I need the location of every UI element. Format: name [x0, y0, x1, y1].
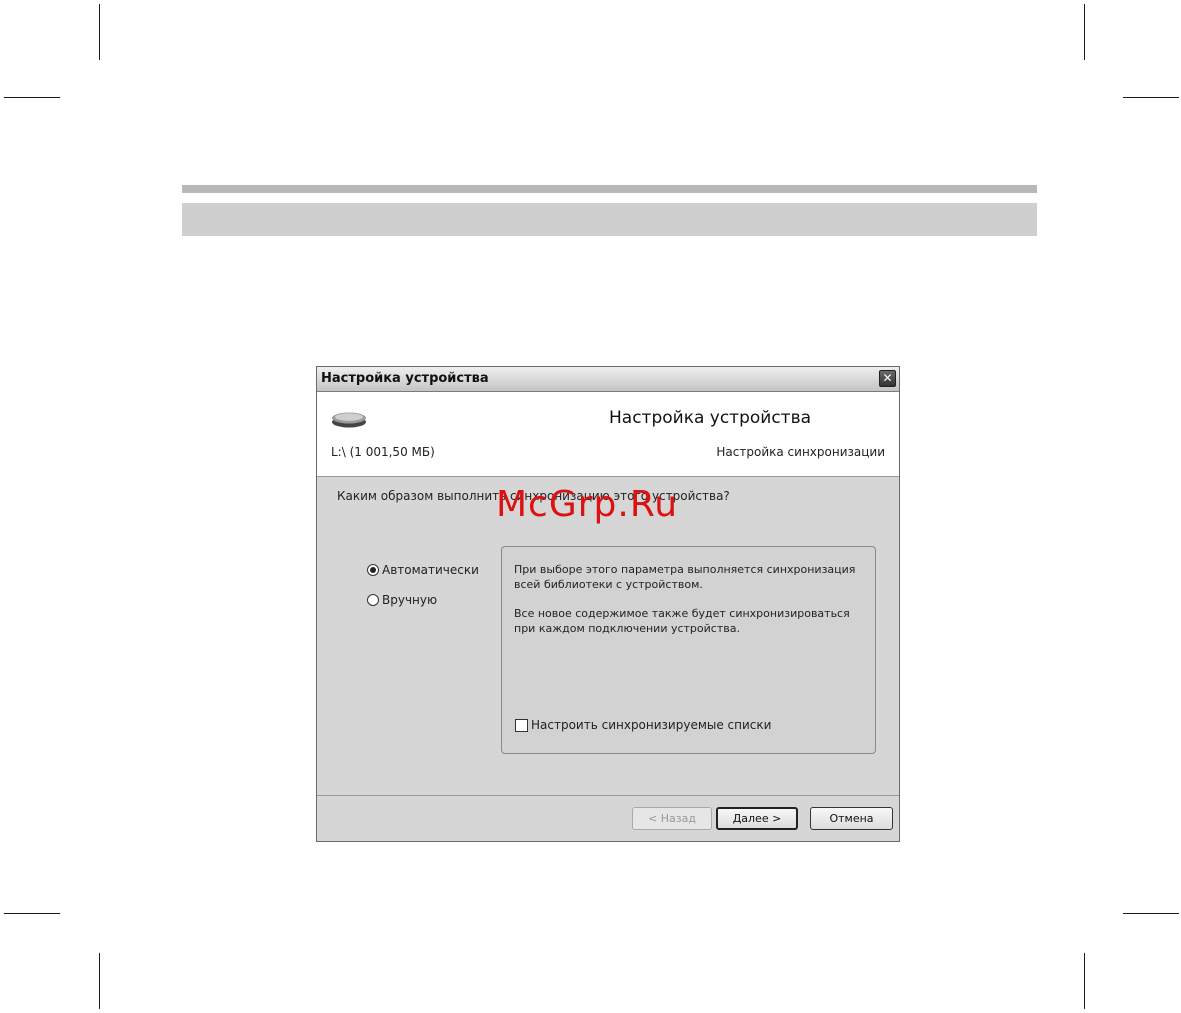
info-paragraph: Все новое содержимое также будет синхрон…: [514, 607, 850, 635]
header-title: Настройка устройства: [609, 408, 812, 428]
crop-mark: [1084, 953, 1085, 1009]
next-button[interactable]: Далее >: [716, 807, 798, 830]
crop-mark: [4, 913, 60, 914]
crop-mark: [4, 97, 60, 98]
cancel-button[interactable]: Отмена: [810, 807, 893, 830]
checkbox-label: Настроить синхронизируемые списки: [531, 718, 772, 732]
crop-mark: [99, 953, 100, 1009]
header-band: [182, 203, 1037, 236]
crop-mark: [1123, 97, 1179, 98]
radio-manual[interactable]: Вручную: [367, 593, 437, 607]
radio-button-checked[interactable]: [367, 564, 379, 576]
info-paragraph: При выборе этого параметра выполняется с…: [514, 563, 856, 591]
close-icon: ✕: [882, 371, 893, 385]
dialog-header: Настройка устройства L:\ (1 001,50 МБ) Н…: [317, 392, 899, 477]
watermark: McGrp.Ru: [496, 484, 679, 525]
customize-lists-checkbox[interactable]: Настроить синхронизируемые списки: [515, 718, 771, 732]
portable-drive-icon: [332, 412, 366, 428]
crop-mark: [1084, 4, 1085, 60]
window-title: Настройка устройства: [321, 371, 489, 386]
option-description-box: При выборе этого параметра выполняется с…: [501, 546, 876, 754]
device-setup-dialog: Настройка устройства ✕ Настройка устройс…: [316, 366, 900, 842]
crop-mark: [1123, 913, 1179, 914]
checkbox[interactable]: [515, 718, 528, 732]
radio-label: Автоматически: [382, 563, 479, 577]
close-button[interactable]: ✕: [879, 370, 896, 387]
crop-mark: [99, 4, 100, 60]
radio-button[interactable]: [367, 594, 379, 606]
footer-divider: [317, 795, 899, 796]
title-bar: Настройка устройства ✕: [317, 367, 899, 392]
radio-label: Вручную: [382, 593, 438, 607]
step-label: Настройка синхронизации: [716, 445, 885, 459]
drive-label: L:\ (1 001,50 МБ): [331, 445, 435, 459]
header-rule: [182, 185, 1037, 193]
back-button[interactable]: < Назад: [632, 807, 712, 830]
radio-automatic[interactable]: Автоматически: [367, 563, 479, 577]
